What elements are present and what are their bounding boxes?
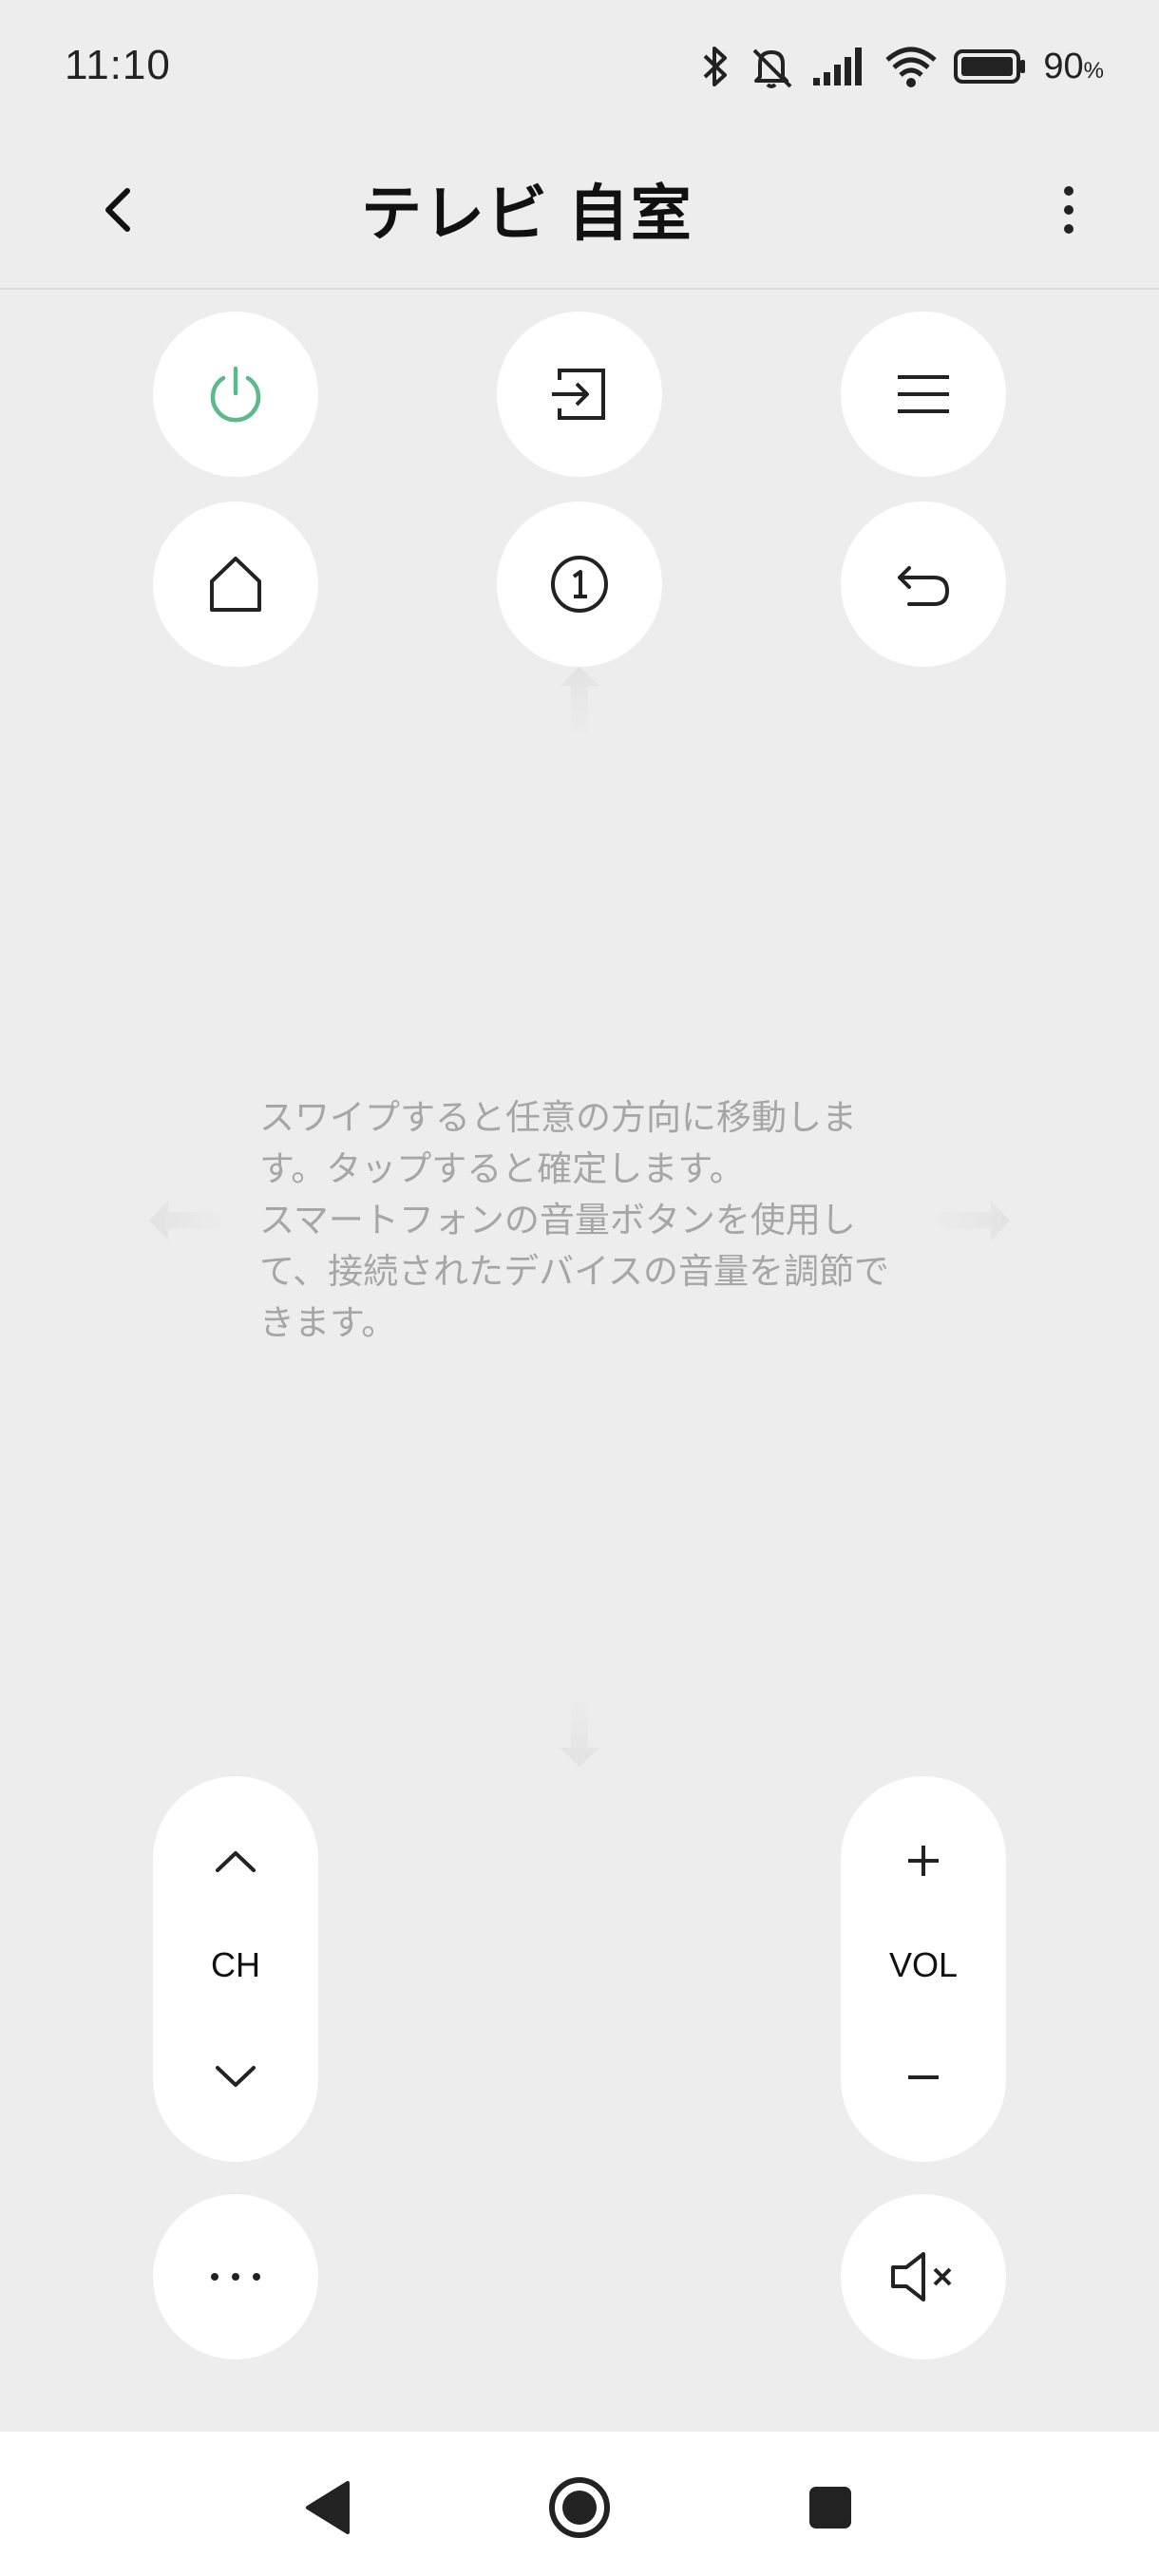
channel-label: CH [211,1945,260,1984]
nav-home-icon [549,2477,610,2538]
more-horizontal-icon [211,2273,260,2281]
menu-icon [898,375,949,413]
bluetooth-icon [699,43,732,90]
more-functions-button[interactable] [153,2194,318,2359]
chevron-left-icon [105,188,130,232]
nav-back-button[interactable] [281,2460,376,2555]
channel-down-button[interactable] [153,2025,318,2130]
silent-icon [747,43,796,90]
chevron-up-icon [216,1851,256,1872]
swipe-left-arrow-icon [149,1201,223,1241]
number-button[interactable] [497,502,662,667]
mute-icon [891,2252,952,2301]
channel-up-button[interactable] [153,1809,318,1913]
swipe-down-arrow-icon [560,1700,599,1767]
home-icon [210,557,261,612]
system-nav-bar [0,2432,1159,2576]
touchpad-hint-text: スワイプすると任意の方向に移動しま す。タップすると確定します。 スマートフォン… [259,1098,890,1342]
number-one-icon [551,556,608,613]
nav-home-button[interactable] [532,2460,627,2555]
input-button[interactable] [497,312,662,477]
more-options-button[interactable] [1026,167,1112,253]
volume-control: VOL [841,1776,1006,2162]
battery-percent: 90% [1043,46,1104,86]
input-source-icon [552,369,605,420]
more-vertical-icon [1064,186,1074,234]
power-button[interactable] [153,312,318,477]
app-header: テレビ 自室 [0,133,1159,290]
menu-button[interactable] [841,312,1006,477]
plus-icon [908,1846,939,1876]
page-title: テレビ 自室 [361,180,694,248]
mute-button[interactable] [841,2194,1006,2359]
nav-recents-button[interactable] [783,2460,878,2555]
touchpad-area[interactable]: スワイプすると任意の方向に移動しま す。タップすると確定します。 スマートフォン… [0,665,1159,1786]
back-button[interactable] [76,167,162,253]
status-bar: 11:10 90% [0,0,1159,133]
nav-recents-icon [809,2487,851,2529]
home-button[interactable] [153,502,318,667]
volume-label: VOL [888,1945,959,1984]
battery-icon [954,47,1028,85]
power-icon [210,366,261,423]
swipe-up-arrow-icon [560,667,599,733]
return-button[interactable] [841,502,1006,667]
swipe-right-arrow-icon [936,1201,1010,1241]
chevron-down-icon [216,2066,256,2087]
volume-down-button[interactable] [841,2025,1006,2130]
minus-icon [908,2075,939,2079]
wifi-icon [884,45,939,88]
volume-up-button[interactable] [841,1809,1006,1913]
channel-control: CH [153,1776,318,2162]
nav-back-icon [306,2481,350,2534]
signal-icon [811,46,868,87]
status-time: 11:10 [65,42,171,88]
return-icon [898,566,950,606]
status-icons: 90% [699,38,1104,95]
